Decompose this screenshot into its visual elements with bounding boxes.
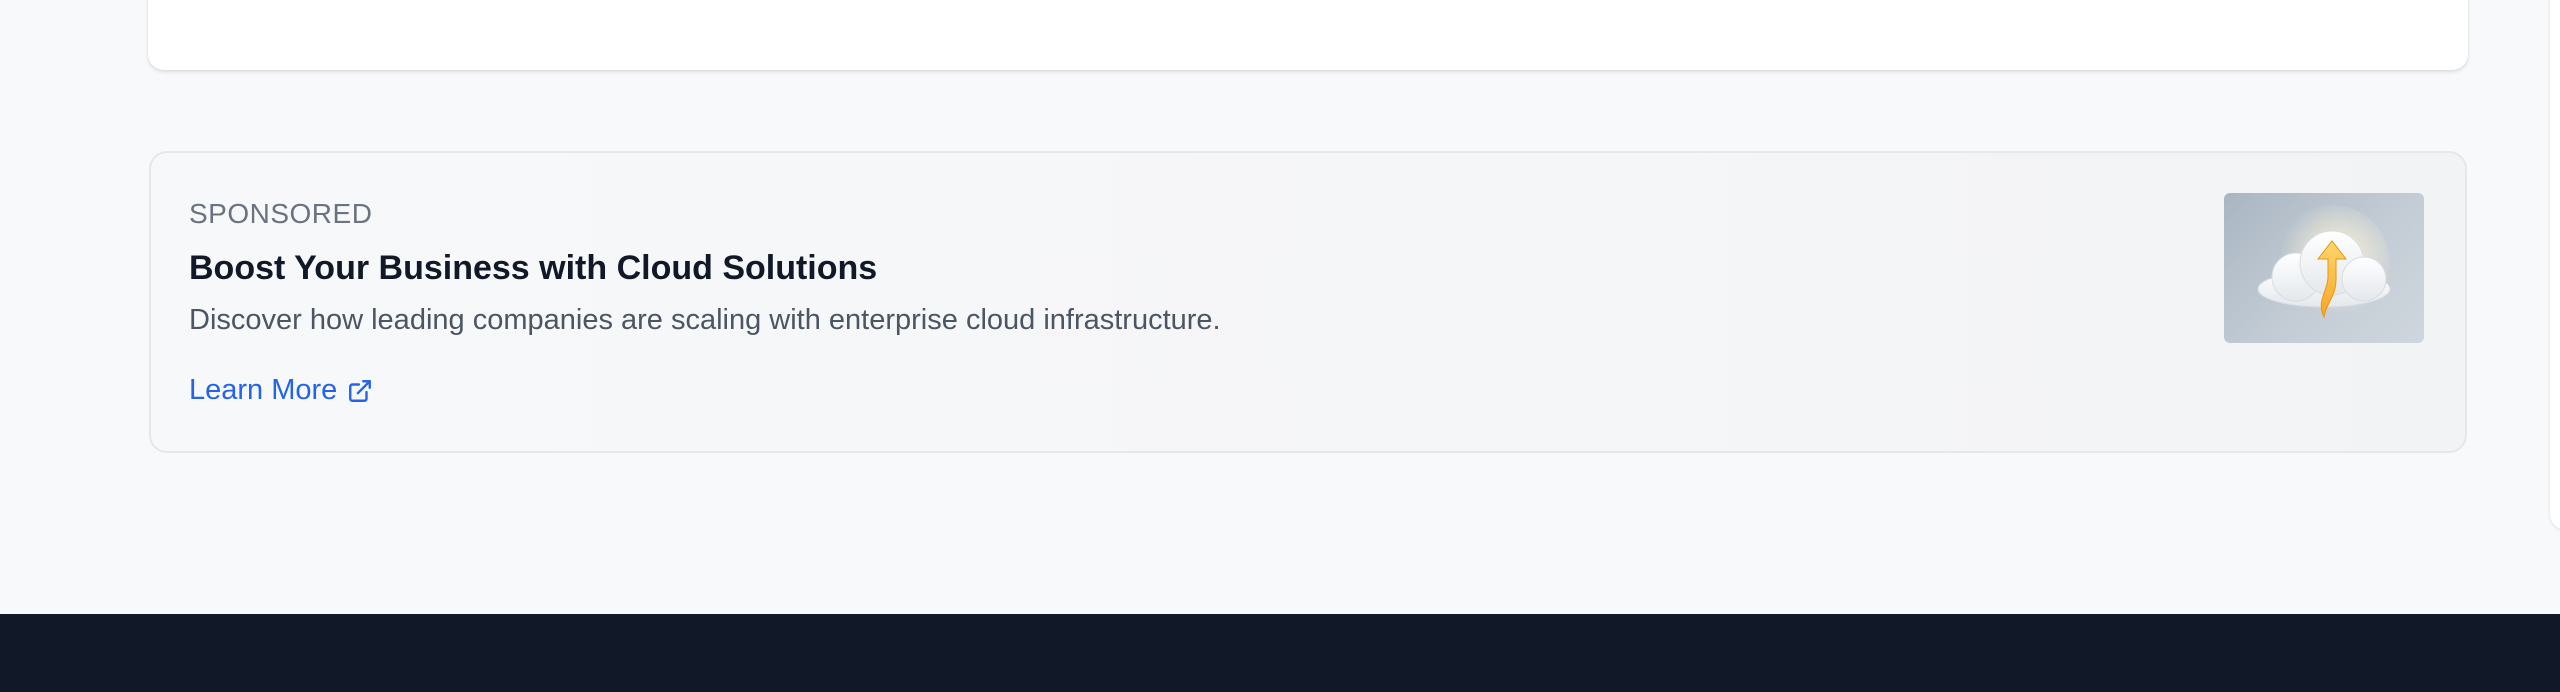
learn-more-label: Learn More xyxy=(189,374,338,406)
ad-headline: Boost Your Business with Cloud Solutions xyxy=(189,249,878,287)
sponsored-label: SPONSORED xyxy=(189,198,373,229)
external-link-icon xyxy=(347,378,373,404)
learn-more-link[interactable]: Learn More xyxy=(189,374,373,407)
footer xyxy=(0,614,2560,692)
side-panel xyxy=(2550,0,2560,530)
sponsored-ad-card: SPONSORED Boost Your Business with Cloud… xyxy=(149,151,2467,453)
page: SPONSORED Boost Your Business with Cloud… xyxy=(0,0,2560,692)
ad-description: Discover how leading companies are scali… xyxy=(189,304,1221,336)
content-card xyxy=(148,0,2468,70)
ad-thumbnail[interactable] xyxy=(2224,193,2424,343)
cloud-upload-icon xyxy=(2257,205,2391,321)
